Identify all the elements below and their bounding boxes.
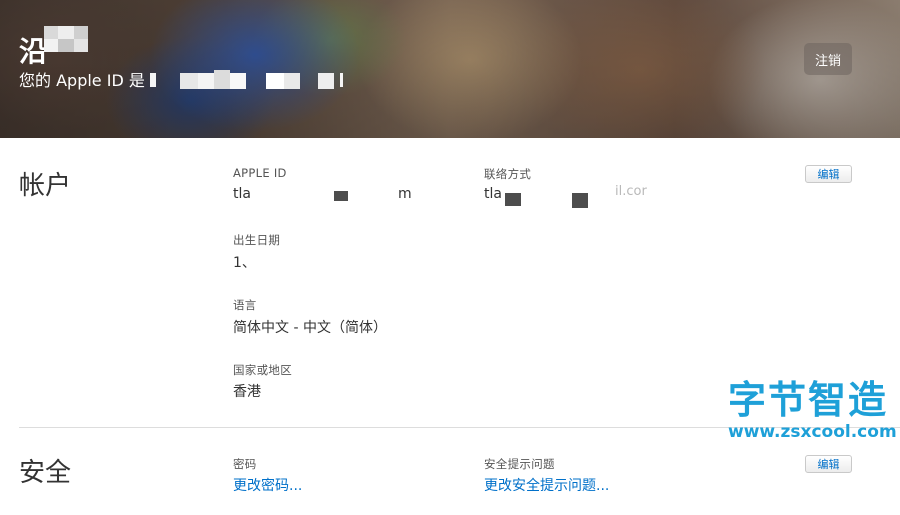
region-label: 国家或地区 bbox=[233, 363, 292, 377]
sign-out-button[interactable]: 注销 bbox=[804, 43, 852, 75]
apple-id-redaction bbox=[334, 191, 348, 201]
change-password-link[interactable]: 更改密码... bbox=[233, 475, 302, 495]
apple-id-mosaic bbox=[150, 70, 345, 90]
account-section-title: 帐户 bbox=[19, 171, 72, 201]
security-questions-label: 安全提示问题 bbox=[484, 457, 555, 471]
watermark-url: www.zsxcool.com bbox=[728, 422, 897, 442]
region-value: 香港 bbox=[233, 384, 261, 400]
watermark-text: 字节智造 bbox=[728, 378, 889, 422]
account-edit-button[interactable]: 编辑 bbox=[805, 165, 852, 183]
contact-value-tail: il.cor bbox=[615, 184, 647, 199]
profile-header-banner: 沿 您的 Apple ID 是 注销 bbox=[0, 0, 900, 138]
apple-id-value-tail: m bbox=[398, 186, 412, 202]
apple-id-value: tla bbox=[233, 186, 251, 202]
security-edit-button[interactable]: 编辑 bbox=[805, 455, 852, 473]
apple-id-prefix: 您的 Apple ID 是 bbox=[19, 71, 145, 90]
apple-id-label: APPLE ID bbox=[233, 166, 287, 180]
apple-id-line: 您的 Apple ID 是 bbox=[19, 67, 145, 91]
change-security-questions-link[interactable]: 更改安全提示问题... bbox=[484, 475, 609, 495]
site-watermark: 字节智造 www.zsxcool.com bbox=[728, 378, 900, 442]
language-label: 语言 bbox=[233, 298, 257, 312]
security-section-title: 安全 bbox=[19, 458, 72, 488]
birthday-value: 1、 bbox=[233, 255, 256, 271]
birthday-label: 出生日期 bbox=[233, 233, 281, 247]
language-value: 简体中文 - 中文（简体） bbox=[233, 320, 387, 336]
contact-value: tla bbox=[484, 186, 502, 202]
contact-redaction-1 bbox=[505, 193, 521, 206]
password-label: 密码 bbox=[233, 457, 257, 471]
name-mosaic bbox=[44, 26, 88, 52]
contact-label: 联络方式 bbox=[484, 167, 532, 181]
contact-redaction-2 bbox=[572, 193, 588, 208]
